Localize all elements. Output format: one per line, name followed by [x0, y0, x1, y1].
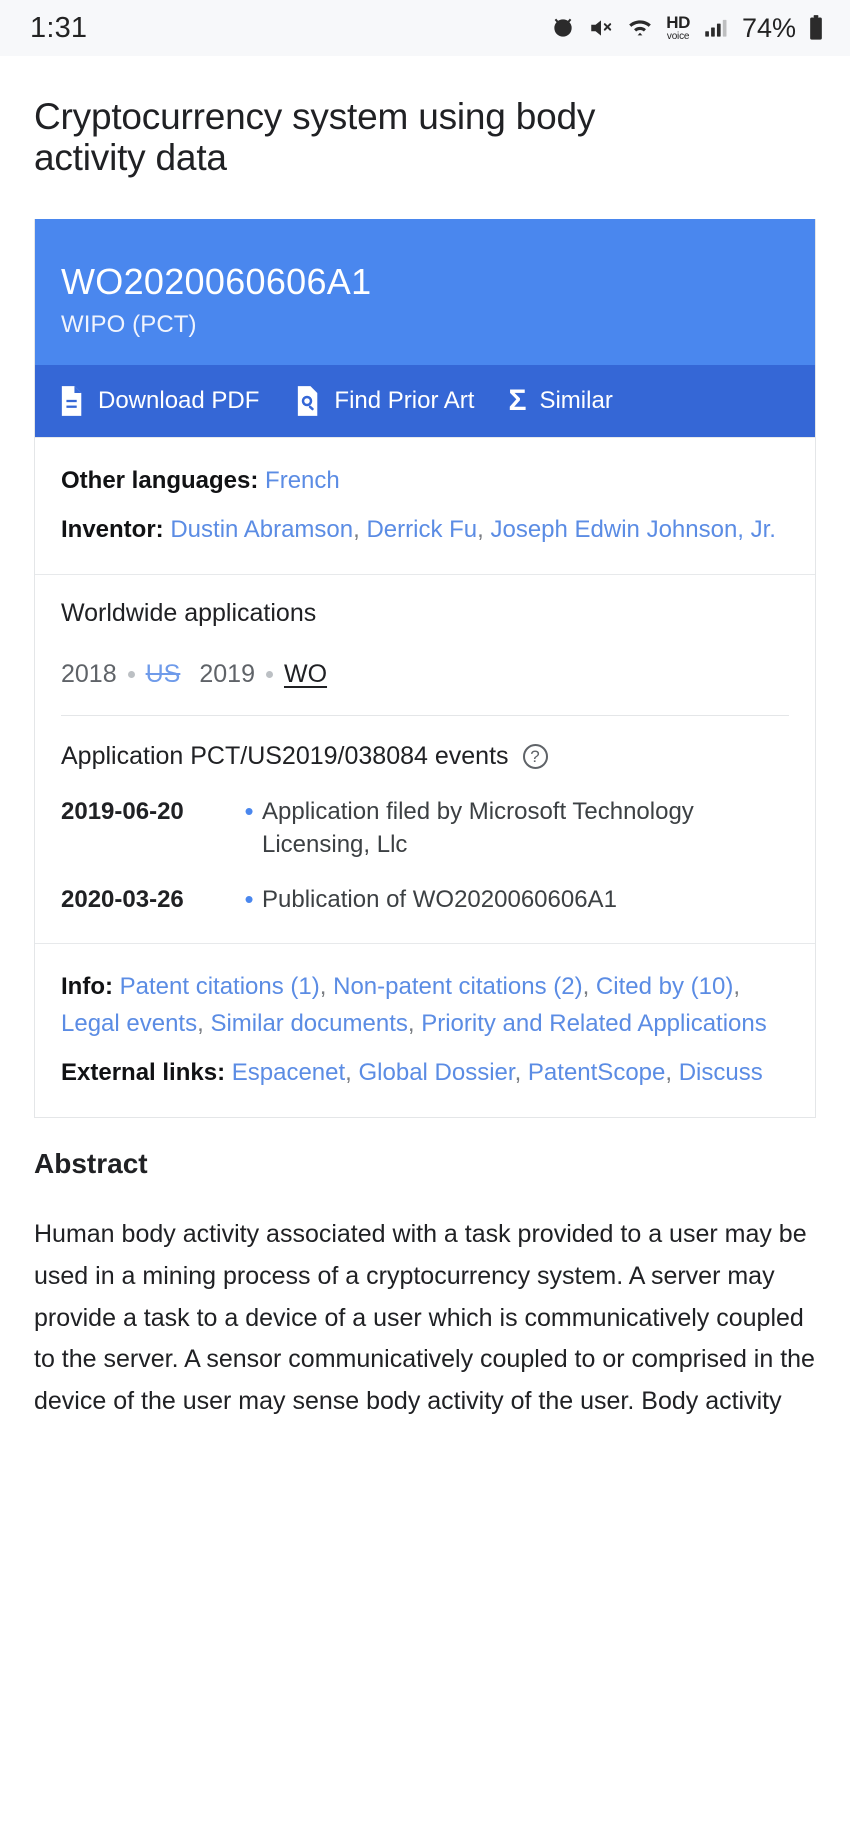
event-row: 2019-06-20 • Application filed by Micros…	[61, 795, 789, 861]
inventor-link-3[interactable]: Joseph Edwin Johnson, Jr.	[490, 516, 776, 543]
info-link-patent-citations[interactable]: Patent citations (1)	[120, 973, 320, 1000]
application-events-heading-row: Application PCT/US2019/038084 events ?	[61, 742, 789, 771]
voice-label: voice	[666, 31, 690, 42]
event-bullet-icon: •	[244, 884, 254, 915]
timeline-dot-icon	[127, 671, 135, 679]
page-title: Cryptocurrency system using body activit…	[34, 96, 596, 179]
event-text: Publication of WO2020060606A1	[262, 886, 617, 914]
battery-icon	[808, 14, 824, 42]
patent-card: WO2020060606A1 WIPO (PCT) Download PDF F…	[34, 218, 816, 1119]
abstract-text: Human body activity associated with a ta…	[34, 1220, 815, 1416]
find-prior-art-label: Find Prior Art	[334, 386, 475, 414]
patent-action-bar: Download PDF Find Prior Art Σ Similar	[35, 364, 815, 437]
inventor-link-2[interactable]: Derrick Fu	[366, 516, 477, 543]
language-link-french[interactable]: French	[265, 467, 340, 494]
event-bullet-icon: •	[244, 796, 254, 827]
inventor-row: Inventor: Dustin Abramson, Derrick Fu, J…	[61, 516, 776, 544]
external-links-row: External links: Espacenet, Global Dossie…	[61, 1058, 763, 1086]
pdf-document-icon	[57, 385, 85, 417]
event-date: 2020-03-26	[61, 886, 184, 914]
sigma-icon: Σ	[508, 383, 527, 417]
publication-number: WO2020060606A1	[61, 260, 372, 302]
timeline-year-2018: 2018	[61, 660, 117, 689]
battery-percent-label: 74%	[741, 12, 796, 43]
info-link-cited-by[interactable]: Cited by (10)	[596, 973, 733, 1000]
page-content: Cryptocurrency system using body activit…	[0, 96, 850, 1423]
patent-meta-section: Other languages: French Inventor: Dustin…	[35, 436, 815, 574]
info-link-non-patent-citations[interactable]: Non-patent citations (2)	[333, 973, 582, 1000]
external-link-discuss[interactable]: Discuss	[679, 1059, 763, 1086]
timeline-dot-icon	[265, 671, 273, 679]
wifi-icon	[626, 15, 654, 41]
similar-button[interactable]: Σ Similar	[508, 383, 613, 417]
event-row: 2020-03-26 • Publication of WO2020060606…	[61, 883, 789, 916]
timeline-code-us[interactable]: US	[146, 660, 181, 689]
status-icon-tray: HD voice 74%	[550, 13, 824, 44]
patent-card-header: WO2020060606A1 WIPO (PCT)	[35, 218, 815, 365]
download-pdf-button[interactable]: Download PDF	[57, 385, 259, 417]
external-link-global-dossier[interactable]: Global Dossier	[359, 1059, 515, 1086]
timeline-year-2019: 2019	[199, 660, 255, 689]
alarm-icon	[550, 15, 576, 41]
help-icon[interactable]: ?	[522, 744, 548, 770]
patent-links-section: Info: Patent citations (1), Non-patent c…	[35, 942, 815, 1118]
external-link-espacenet[interactable]: Espacenet	[232, 1059, 345, 1086]
worldwide-applications-section: Worldwide applications 2018 US 2019 WO A…	[35, 574, 815, 942]
info-label: Info:	[61, 972, 113, 1000]
download-pdf-label: Download PDF	[98, 386, 260, 414]
patent-office-label: WIPO (PCT)	[61, 310, 197, 338]
abstract-heading: Abstract	[34, 1148, 148, 1180]
other-languages-label: Other languages:	[61, 466, 259, 494]
hd-voice-icon: HD voice	[666, 14, 690, 42]
find-prior-art-button[interactable]: Find Prior Art	[293, 385, 474, 417]
worldwide-applications-timeline: 2018 US 2019 WO	[61, 660, 789, 717]
application-events-heading: Application PCT/US2019/038084 events	[61, 742, 509, 771]
external-links-label: External links:	[61, 1058, 226, 1086]
inventor-label: Inventor:	[61, 516, 164, 544]
status-bar: 1:31 HD voice 74%	[0, 0, 850, 56]
mute-icon	[588, 15, 614, 41]
event-text: Application filed by Microsoft Technolog…	[262, 798, 694, 859]
info-link-similar-documents[interactable]: Similar documents	[210, 1010, 407, 1037]
similar-label: Similar	[539, 386, 613, 414]
external-link-patentscope[interactable]: PatentScope	[528, 1059, 665, 1086]
info-link-legal-events[interactable]: Legal events	[61, 1010, 197, 1037]
search-document-icon	[293, 385, 321, 417]
info-row: Info: Patent citations (1), Non-patent c…	[61, 972, 767, 1037]
event-date: 2019-06-20	[61, 798, 184, 826]
hd-label: HD	[666, 13, 690, 32]
info-link-priority-related[interactable]: Priority and Related Applications	[421, 1010, 767, 1037]
status-clock: 1:31	[30, 11, 88, 44]
worldwide-applications-heading: Worldwide applications	[61, 599, 317, 628]
signal-icon	[702, 15, 728, 41]
timeline-code-wo[interactable]: WO	[284, 660, 327, 689]
inventor-link-1[interactable]: Dustin Abramson	[170, 516, 353, 543]
other-languages-row: Other languages: French	[61, 462, 789, 499]
